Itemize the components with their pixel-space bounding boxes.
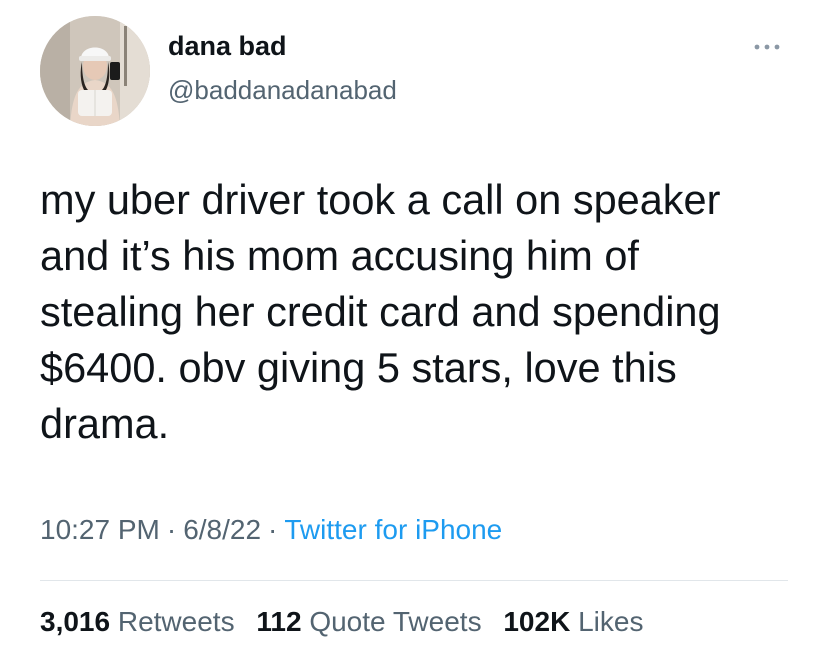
retweets-count: 3,016 [40, 606, 111, 637]
tweet-meta: 10:27 PM · 6/8/22 · Twitter for iPhone [40, 514, 502, 546]
author-display-name[interactable]: dana bad [168, 31, 287, 62]
likes-label: Likes [578, 606, 644, 637]
likes-count: 102K [503, 606, 571, 637]
avatar-photo [40, 16, 150, 126]
tweet-time[interactable]: 10:27 PM [40, 514, 160, 545]
quote-tweets-label: Quote Tweets [309, 606, 482, 637]
more-horizontal-icon[interactable] [753, 40, 781, 54]
tweet-text: my uber driver took a call on speaker an… [40, 176, 721, 447]
tweet-card: dana bad @baddanadanabad my uber driver … [0, 0, 828, 666]
divider [40, 580, 788, 581]
author-handle[interactable]: @baddanadanabad [168, 75, 397, 106]
author-avatar[interactable] [40, 16, 150, 126]
likes-stat[interactable]: 102K Likes [503, 606, 643, 637]
quote-tweets-count: 112 [256, 606, 302, 637]
meta-separator: · [166, 514, 177, 545]
tweet-date[interactable]: 6/8/22 [183, 514, 261, 545]
tweet-source-link[interactable]: Twitter for iPhone [284, 514, 502, 545]
retweets-label: Retweets [117, 606, 235, 637]
retweets-stat[interactable]: 3,016 Retweets [40, 606, 235, 637]
quote-tweets-stat[interactable]: 112 Quote Tweets [256, 606, 481, 637]
meta-separator: · [268, 514, 278, 545]
tweet-stats: 3,016 Retweets 112 Quote Tweets 102K Lik… [40, 606, 657, 638]
